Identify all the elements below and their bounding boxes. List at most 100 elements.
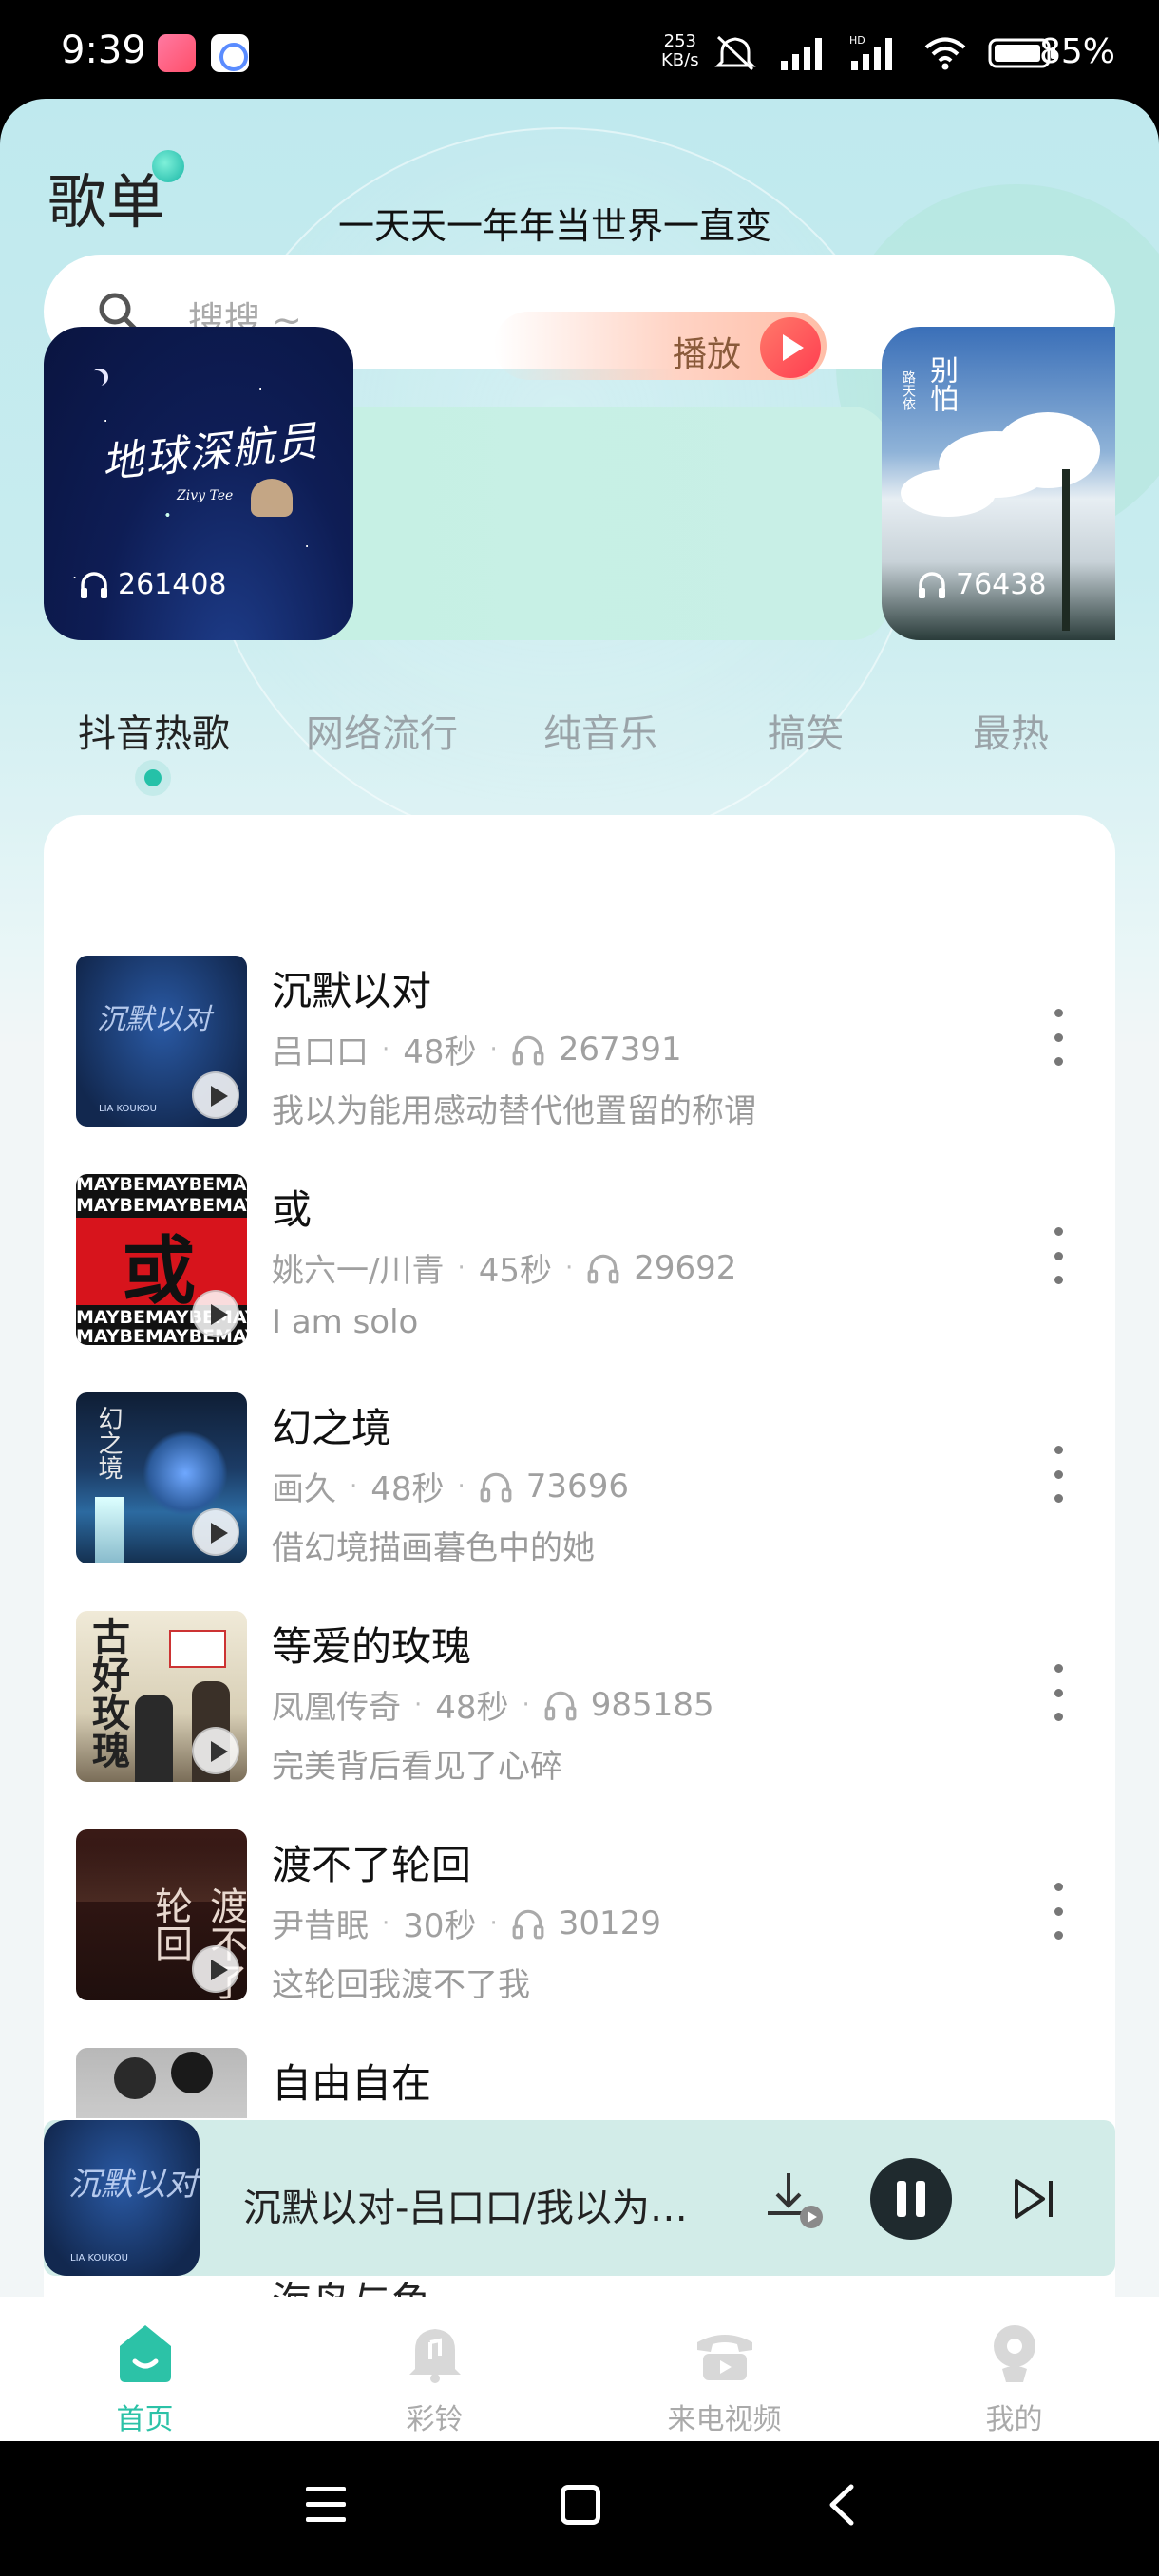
headphones-icon [544,1691,577,1720]
headphones-icon [480,1472,512,1502]
app-notification-icon-2 [211,34,249,72]
home-button[interactable] [560,2485,600,2525]
cover-art-label [169,1630,226,1668]
song-cover[interactable] [76,2048,247,2118]
play-icon[interactable] [192,1290,239,1337]
mini-player-cover[interactable]: 沉默以对 LIA KOUKOU [44,2120,200,2276]
song-title: 等爱的玫瑰 [272,1623,472,1670]
tab-douyin-hot[interactable]: 抖音热歌 [78,703,230,758]
song-lyric: I am solo [272,1303,419,1341]
cover-art-jellyfish [251,479,293,517]
song-plays: 29692 [634,1248,737,1287]
song-row[interactable]: 沉默以对 LIA KOUKOU 沉默以对 吕口口 · 48秒 · 267391 我以… [44,912,1115,1130]
mini-player-title[interactable]: 沉默以对-吕口口/我以为能用感动替代他置留的称谓 [243,2177,699,2232]
active-tab-indicator [144,769,162,786]
next-track-icon[interactable] [1011,2175,1056,2223]
cover-art-figure [135,1695,173,1782]
banner-play-button[interactable] [760,317,821,378]
play-icon[interactable] [192,1508,239,1556]
song-meta: 姚六一/川青 · 45秒 · 29692 [272,1244,736,1291]
net-speed-unit: KB/s [661,50,699,70]
banner-cover-artist: Zivy Tee [177,488,234,503]
cover-art-moon [87,370,104,388]
headphones-icon [81,571,107,598]
nav-profile[interactable]: 我的 [869,2297,1159,2441]
banner-description: 一天天一年年当世界一直变 [338,205,772,247]
play-icon[interactable] [192,1071,239,1119]
cover-art-text: 沉默以对 [68,2166,198,2204]
song-row[interactable]: MAYBEMAYBEMAYBE MAYBEMAYBEMAYBE 或 MAYBEM… [44,1130,1115,1349]
app-notification-icon [158,34,196,72]
play-icon[interactable] [192,1727,239,1774]
net-speed-value: 253 [663,31,696,51]
nav-call-video-label: 来电视频 [667,2403,782,2436]
song-row[interactable]: 古好玫瑰 等爱的玫瑰 凤凰传奇 · 48秒 · 985185 完美背后看见了心碎 [44,1567,1115,1786]
more-options-icon[interactable] [1049,1883,1068,1940]
banner-play-label[interactable]: 播放 [673,327,741,376]
tab-pure-music[interactable]: 纯音乐 [543,703,657,758]
song-artist: 吕口口 [272,1033,369,1071]
cover-art-text: 或 [122,1229,197,1315]
banner-cover[interactable]: 地球深航员 Zivy Tee 261408 [44,327,353,640]
more-options-icon[interactable] [1049,1664,1068,1721]
song-duration: 48秒 [403,1033,477,1071]
song-duration: 30秒 [403,1907,477,1945]
net-speed: 253 KB/s [661,32,699,70]
cover-art-figure-2 [171,2052,213,2093]
bell-icon [409,2329,461,2383]
song-plays: 30129 [558,1904,661,1942]
home-icon [120,2325,171,2382]
tab-internet-popular[interactable]: 网络流行 [306,703,458,758]
song-title: 或 [272,1186,313,1233]
cover-art-text: 沉默以对 [97,1003,211,1036]
nav-home[interactable]: 首页 [0,2297,290,2441]
headphones-icon [512,1909,544,1939]
side-card-artist: 路天依 [901,370,916,410]
signal-icon [781,38,822,70]
song-meta: 凤凰传奇 · 48秒 · 985185 [272,1681,714,1728]
back-icon[interactable] [819,2481,866,2529]
title-accent-dot [152,150,184,182]
side-card-play-count-value: 76438 [956,568,1047,601]
battery-percent: 85% [1039,32,1116,71]
tab-funny[interactable]: 搞笑 [768,703,844,758]
song-plays: 73696 [525,1467,629,1506]
song-title: 幻之境 [272,1405,392,1451]
cover-art-waterfall [95,1497,124,1563]
cover-art-cloud-3 [901,469,996,517]
song-row[interactable]: 幻之境 幻之境 画久 · 48秒 · 73696 借幻境描画暮色中的她 [44,1349,1115,1567]
status-time: 9:39 [61,28,146,72]
headphones-icon [512,1035,544,1065]
download-icon[interactable] [762,2169,826,2230]
profile-icon [994,2325,1036,2382]
song-meta: 尹昔眠 · 30秒 · 30129 [272,1900,661,1946]
cover-art-pattern: MAYBEMAYBEMAYBE [76,1174,247,1195]
status-icons: HD [712,32,1058,74]
side-playlist-card[interactable]: 别怕 路天依 76438 [882,327,1115,640]
nav-call-video[interactable]: 来电视频 [580,2297,869,2441]
song-title: 渡不了轮回 [272,1842,472,1888]
more-options-icon[interactable] [1049,1227,1068,1284]
phone-video-icon [697,2335,752,2380]
play-icon[interactable] [192,1945,239,1993]
song-row[interactable]: 自由自在 [44,2004,1115,2118]
nav-ringtone[interactable]: 彩铃 [290,2297,580,2441]
song-duration: 48秒 [370,1470,445,1508]
system-nav-bar [0,2441,1159,2576]
cover-art-text: 幻之境 [94,1406,123,1480]
pause-button[interactable] [870,2158,952,2240]
more-options-icon[interactable] [1049,1446,1068,1503]
side-card-title: 别怕 [924,355,958,412]
song-row[interactable]: 渡不了轮回 渡不了轮回 尹昔眠 · 30秒 · 30129 这轮回我渡不了我 [44,1786,1115,2004]
cover-art-artist: LIA KOUKOU [99,1104,157,1114]
nav-ringtone-label: 彩铃 [406,2403,464,2436]
more-options-icon[interactable] [1049,1009,1068,1066]
side-card-play-count: 76438 [916,568,1046,601]
song-plays: 267391 [558,1030,682,1069]
tab-hottest[interactable]: 最热 [973,703,1049,758]
song-lyric: 完美背后看见了心碎 [272,1748,562,1786]
song-lyric: 这轮回我渡不了我 [272,1966,530,2004]
menu-icon[interactable] [306,2487,346,2527]
cover-art-tree [142,1430,228,1516]
song-lyric: 我以为能用感动替代他置留的称谓 [272,1092,756,1130]
